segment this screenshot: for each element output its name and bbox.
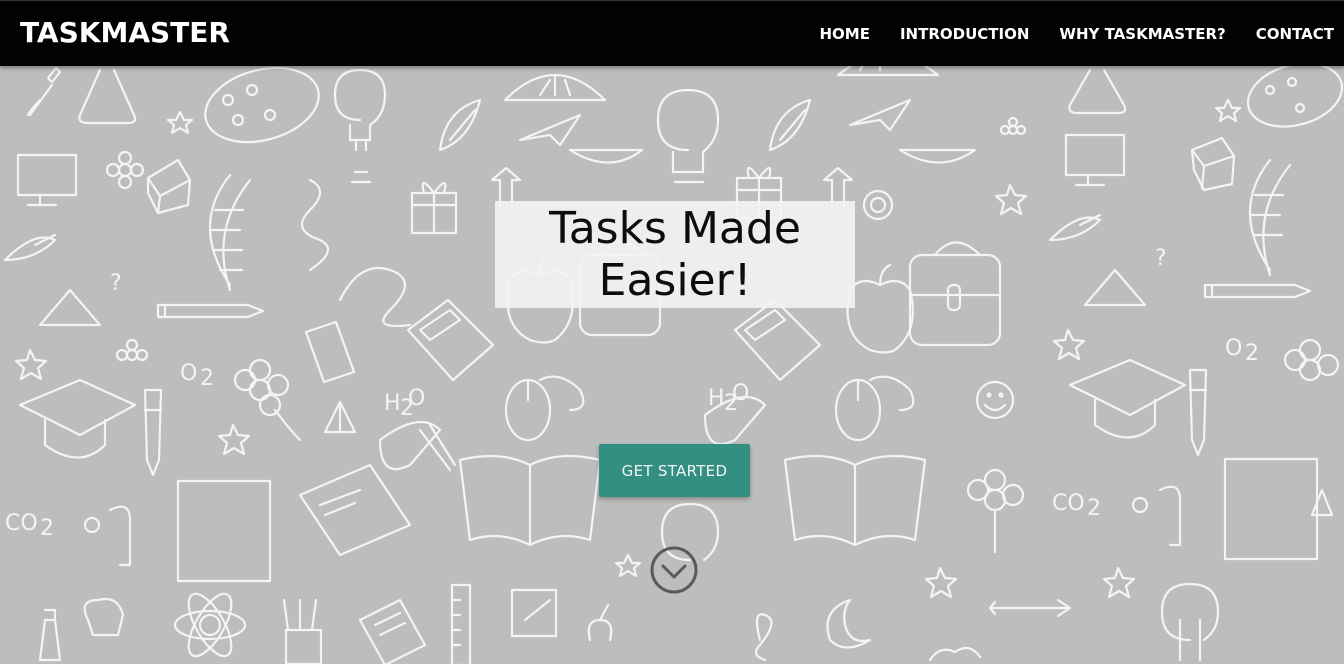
svg-text:O: O [732, 381, 749, 406]
svg-text:?: ? [1155, 246, 1167, 271]
hero-title: Tasks Made Easier! [495, 201, 855, 308]
svg-text:2: 2 [40, 516, 54, 541]
svg-text:O: O [408, 386, 425, 411]
navbar: TASKMASTER HOME INTRODUCTION WHY TASKMAS… [0, 0, 1344, 66]
scroll-down-button[interactable] [649, 545, 699, 595]
svg-text:2: 2 [1245, 341, 1259, 366]
nav-link-contact[interactable]: CONTACT [1256, 25, 1334, 43]
svg-text:?: ? [110, 271, 122, 296]
nav-link-introduction[interactable]: INTRODUCTION [900, 25, 1029, 43]
svg-text:CO: CO [1052, 491, 1085, 516]
svg-text:CO: CO [5, 511, 38, 536]
svg-text:H: H [384, 391, 401, 416]
hero-title-line-1: Tasks Made [549, 203, 801, 254]
nav-link-home[interactable]: HOME [819, 25, 869, 43]
nav-links: HOME INTRODUCTION WHY TASKMASTER? CONTAC… [789, 1, 1334, 67]
brand-logo[interactable]: TASKMASTER [20, 16, 230, 49]
get-started-button[interactable]: GET STARTED [599, 444, 750, 497]
chevron-down-circle-icon [650, 546, 698, 594]
svg-text:2: 2 [200, 366, 214, 391]
svg-text:O: O [180, 361, 197, 386]
svg-text:2: 2 [1087, 496, 1101, 521]
hero-title-line-2: Easier! [598, 255, 752, 306]
svg-text:O: O [1225, 336, 1242, 361]
nav-link-why-taskmaster[interactable]: WHY TASKMASTER? [1059, 25, 1225, 43]
page: ? ? O2 O2 H2O H2O CO 2 CO 2 TASKMASTER H… [0, 0, 1344, 664]
